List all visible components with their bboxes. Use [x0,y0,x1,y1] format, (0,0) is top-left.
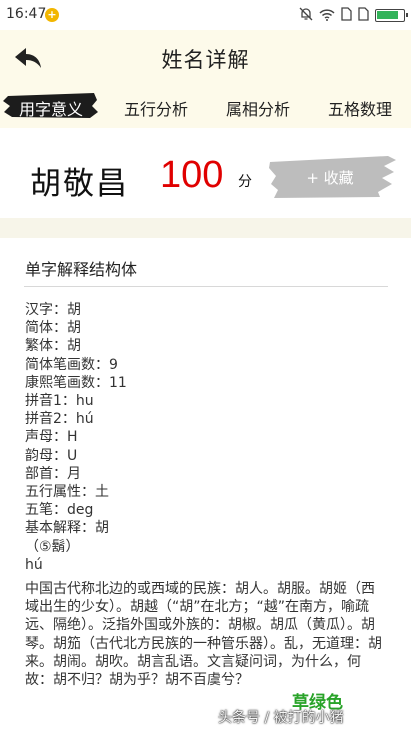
sim-card-2-icon [358,6,369,25]
info-line: 拼音2：hú [25,411,94,428]
tab-five-elements[interactable]: 五行分析 [124,96,188,120]
source-watermark: 头条号 / 被打的小猪 [218,710,344,726]
tab-five-grids[interactable]: 五格数理 [328,96,392,120]
info-line: （⑤鬍） [25,538,80,555]
card-title: 单字解释结构体 [25,260,138,279]
battery-icon [375,8,408,22]
info-line: 基本解释：胡 [25,520,109,537]
info-line: 部首：月 [25,465,81,482]
page-title: 姓名详解 [161,48,250,72]
info-line: 康熙笔画数：11 [25,374,127,391]
status-time: 16:47 [6,6,47,22]
wifi-icon [319,6,335,25]
info-line: 韵母：U [25,447,78,464]
info-line: 汉字：胡 [25,302,81,318]
info-line: 五行属性：土 [25,484,109,501]
char-detail-card: 单字解释结构体 汉字：胡 简体：胡 繁体：胡 简体笔画数：9 康熙笔画数：11 … [0,238,411,733]
notification-badge-icon: + [45,8,59,22]
info-line: 简体：胡 [25,320,81,337]
info-line: 拼音1：hu [25,393,94,410]
sim-card-icon [341,6,352,25]
info-line: 繁体：胡 [25,338,81,355]
score-unit: 分 [238,174,252,190]
mute-bell-icon [299,6,313,25]
favorite-label: + 收藏 [306,169,354,187]
definition-paragraph: 中国古代称北边的或西域的民族：胡人。胡服。胡姬（西域出生的少女）。胡越（“胡”在… [25,581,382,689]
full-name: 胡敬昌 [30,166,129,202]
name-score-bar: 胡敬昌 100 分 + 收藏 [0,128,411,218]
info-line: 五笔：deg [25,502,94,519]
tab-bar: 用字意义 五行分析 属相分析 五格数理 [0,86,411,128]
title-bar: 姓名详解 [0,30,411,86]
info-line: 简体笔画数：9 [25,356,118,373]
char-info-list: 汉字：胡 简体：胡 繁体：胡 简体笔画数：9 康熙笔画数：11 拼音1：hu 拼… [25,301,395,574]
tab-meaning[interactable]: 用字意义 [19,96,83,120]
info-line: hú [25,556,43,573]
info-line: 声母：H [25,429,78,446]
divider [24,286,388,287]
name-score: 100 [160,154,224,196]
tab-zodiac[interactable]: 属相分析 [226,96,290,120]
status-bar: 16:47 + [0,0,411,30]
favorite-button[interactable]: + 收藏 [268,154,398,200]
status-icons [299,6,408,25]
